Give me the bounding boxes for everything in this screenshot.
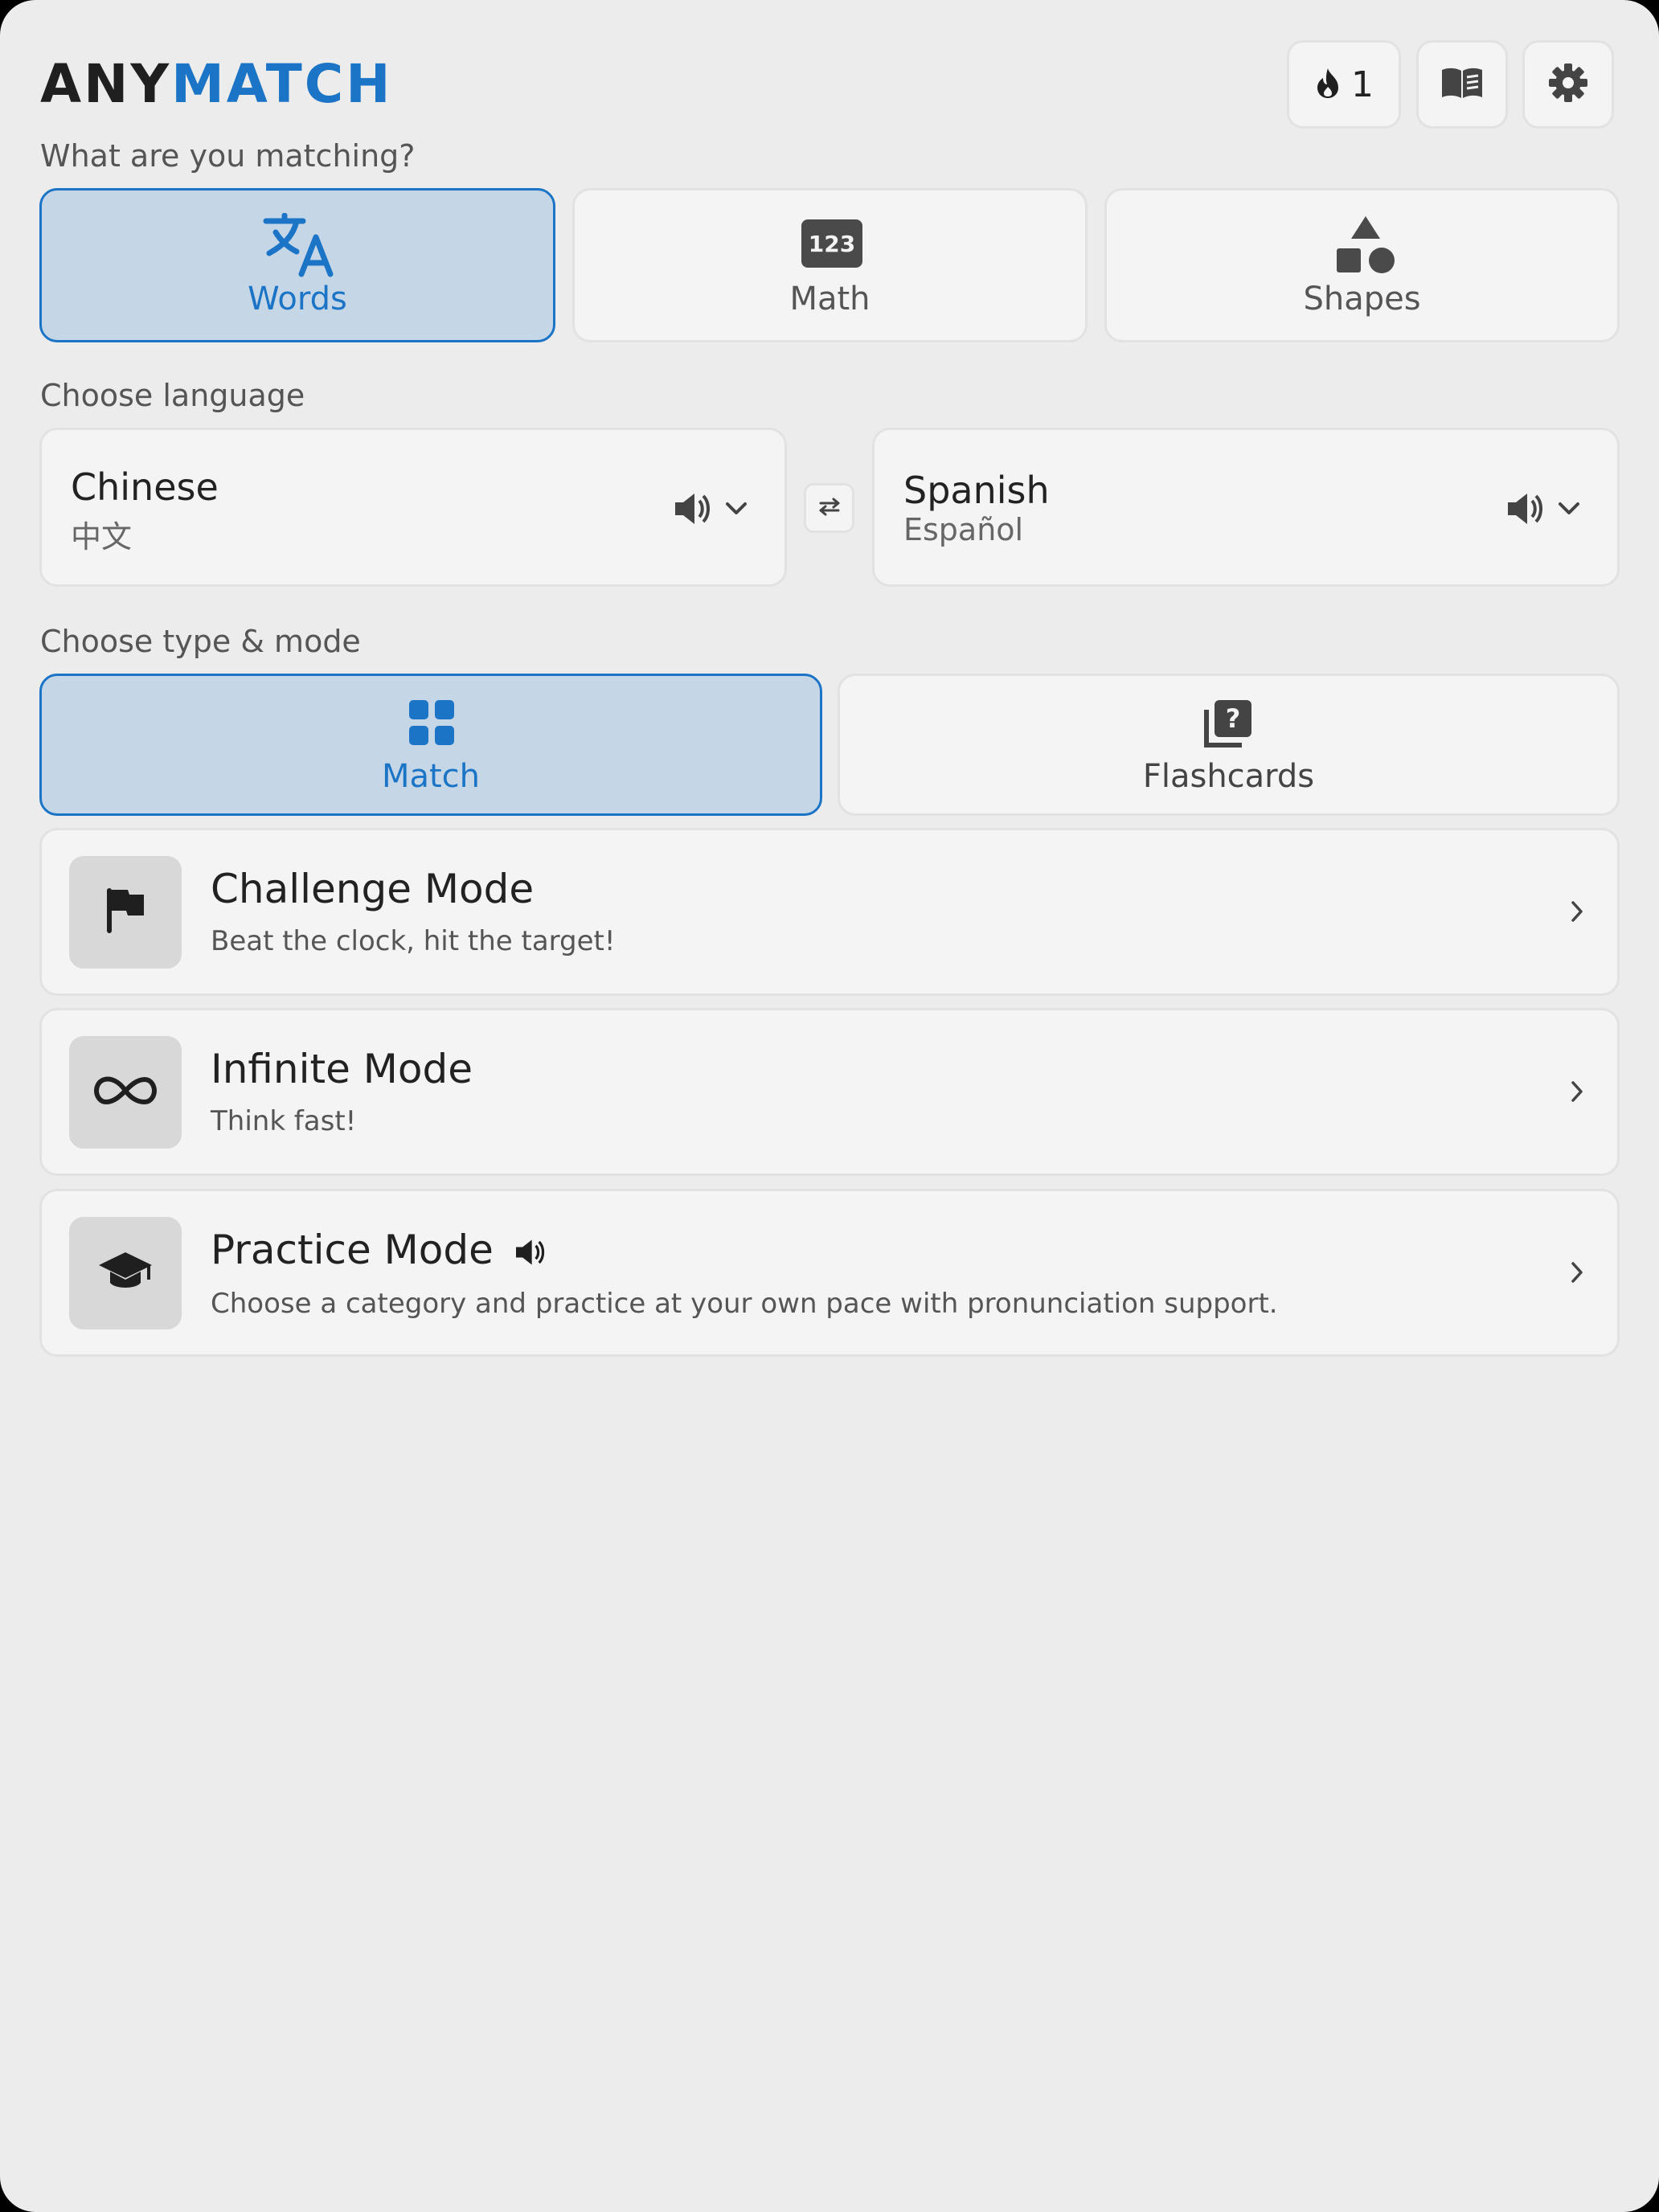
target-language-native: Español xyxy=(903,512,1024,547)
svg-text:?: ? xyxy=(1226,703,1241,734)
grid-icon xyxy=(409,700,454,748)
matching-option-math[interactable]: 123 Math xyxy=(572,188,1088,342)
flashcards-question-icon: ? xyxy=(1203,698,1253,752)
matching-option-label: Words xyxy=(248,281,347,317)
flag-icon xyxy=(104,887,147,938)
type-option-label: Flashcards xyxy=(1142,758,1315,795)
svg-text:123: 123 xyxy=(809,231,855,257)
streak-count: 1 xyxy=(1351,63,1374,105)
flame-icon xyxy=(1314,67,1342,102)
matching-option-label: Shapes xyxy=(1303,281,1421,317)
book-icon xyxy=(1440,66,1485,103)
infinity-icon xyxy=(93,1075,158,1110)
shapes-icon xyxy=(1335,215,1396,277)
mode-title-row: Practice Mode xyxy=(211,1227,547,1276)
logo-part-any: ANY xyxy=(40,53,172,115)
translate-icon xyxy=(263,212,337,281)
source-language-select[interactable]: Chinese 中文 xyxy=(39,428,787,587)
book-button[interactable] xyxy=(1416,40,1508,129)
type-mode-section-label: Choose type & mode xyxy=(40,624,361,659)
mode-icon-box xyxy=(69,856,182,969)
chevron-down-icon[interactable] xyxy=(725,501,748,520)
speaker-icon[interactable] xyxy=(1506,491,1545,530)
language-section-label: Choose language xyxy=(40,378,305,413)
target-language-select[interactable]: Spanish Español xyxy=(872,428,1620,587)
numbers-123-icon: 123 xyxy=(801,219,862,271)
swap-icon xyxy=(817,497,842,519)
matching-option-shapes[interactable]: Shapes xyxy=(1104,188,1620,342)
graduation-cap-icon xyxy=(97,1249,154,1297)
mode-title: Infinite Mode xyxy=(211,1046,473,1092)
mode-icon-box xyxy=(69,1036,182,1149)
mode-desc: Beat the clock, hit the target! xyxy=(211,925,616,957)
type-option-label: Match xyxy=(381,758,481,795)
target-language-name: Spanish xyxy=(903,469,1050,512)
mode-title: Challenge Mode xyxy=(211,866,535,912)
infinite-mode-item[interactable]: Infinite Mode Think fast! xyxy=(39,1008,1620,1176)
logo-part-match: MATCH xyxy=(171,53,393,115)
chevron-right-icon xyxy=(1569,1260,1585,1288)
swap-languages-button[interactable] xyxy=(804,483,854,533)
chevron-down-icon[interactable] xyxy=(1558,501,1580,520)
speaker-icon xyxy=(514,1230,547,1276)
mode-icon-box xyxy=(69,1217,182,1329)
source-language-name: Chinese xyxy=(71,465,219,509)
mode-desc: Choose a category and practice at your o… xyxy=(211,1288,1278,1320)
app-logo: ANYMATCH xyxy=(40,56,392,113)
mode-desc: Think fast! xyxy=(211,1105,357,1137)
matching-option-words[interactable]: Words xyxy=(39,188,555,342)
source-language-native: 中文 xyxy=(71,519,133,555)
speaker-icon[interactable] xyxy=(674,491,712,530)
chevron-right-icon xyxy=(1569,899,1585,927)
practice-mode-item[interactable]: Practice Mode Choose a category and prac… xyxy=(39,1189,1620,1357)
challenge-mode-item[interactable]: Challenge Mode Beat the clock, hit the t… xyxy=(39,828,1620,996)
matching-option-label: Math xyxy=(789,281,870,317)
settings-button[interactable] xyxy=(1522,40,1614,129)
streak-button[interactable]: 1 xyxy=(1287,40,1401,129)
app-screen: ANYMATCH 1 What are you matching? Words … xyxy=(0,0,1659,2212)
type-option-flashcards[interactable]: ? Flashcards xyxy=(838,674,1620,816)
chevron-right-icon xyxy=(1569,1079,1585,1107)
mode-title: Practice Mode xyxy=(211,1227,494,1273)
type-option-match[interactable]: Match xyxy=(39,674,822,816)
matching-section-label: What are you matching? xyxy=(40,138,416,174)
gear-icon xyxy=(1548,63,1588,106)
